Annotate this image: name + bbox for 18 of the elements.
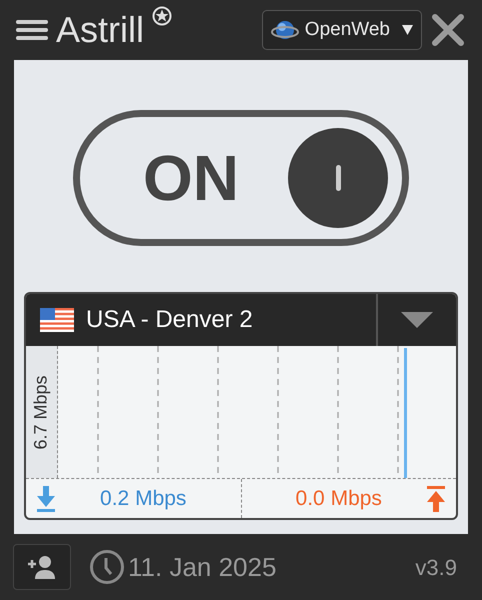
upload-icon [426,486,446,512]
flag-icon [40,308,74,332]
menu-icon[interactable] [16,17,48,43]
add-user-button[interactable] [13,544,71,590]
close-icon[interactable] [430,12,466,48]
version-label: v3.9 [415,554,457,582]
power-toggle[interactable]: ON [73,110,409,246]
upload-speed: 0.0 Mbps [294,486,383,512]
app-title: Astrill [56,12,144,48]
scale-label: 6.7 Mbps [30,374,52,450]
clock-icon [89,549,125,585]
download-speed: 0.2 Mbps [99,486,188,512]
server-selector[interactable]: USA - Denver 2 [26,294,456,346]
mode-dropdown[interactable]: OpenWeb [262,10,422,50]
add-user-icon [26,555,58,579]
download-icon [36,486,56,512]
caret-icon [402,25,413,35]
date-label: 11. Jan 2025 [128,550,276,584]
